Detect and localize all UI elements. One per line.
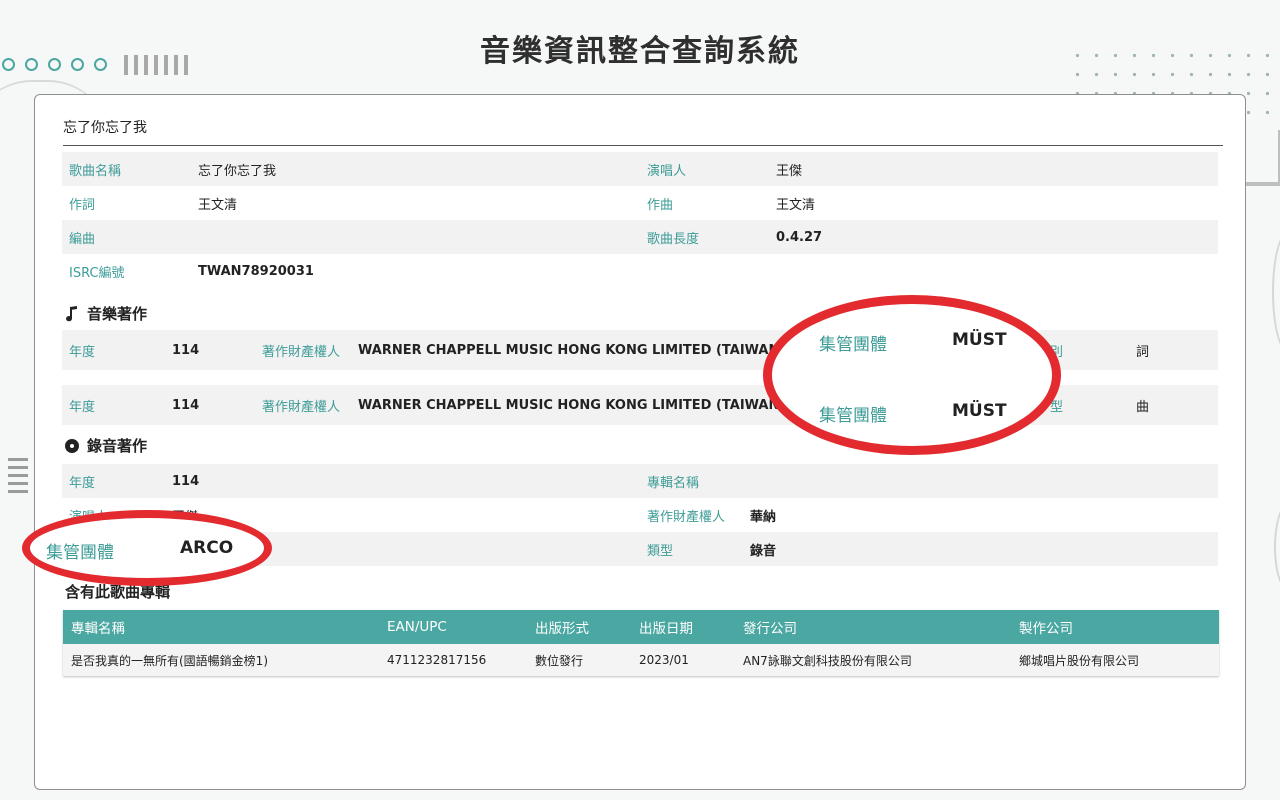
singer-label: 演唱人 bbox=[647, 163, 687, 179]
column-header[interactable]: 出版形式 bbox=[527, 610, 631, 644]
year-value: 114 bbox=[172, 397, 200, 413]
composer-value: 王文清 bbox=[776, 197, 816, 213]
must-value-top: MÜST bbox=[952, 330, 1007, 350]
duration-value: 0.4.27 bbox=[776, 229, 823, 245]
album-name-cell: 是否我真的一無所有(國語暢銷金榜1) bbox=[63, 644, 379, 676]
isrc-value: TWAN78920031 bbox=[198, 263, 314, 279]
info-row: 編曲 歌曲長度 0.4.27 bbox=[62, 220, 1218, 254]
info-row: ISRC編號 TWAN78920031 bbox=[62, 254, 1218, 288]
recording-owner-label: 著作財產權人 bbox=[647, 509, 726, 525]
must-label-bottom: 集管團體 bbox=[819, 406, 887, 426]
lyricist-label: 作詞 bbox=[69, 197, 96, 213]
decorative-bracket bbox=[1246, 130, 1280, 186]
year-label: 年度 bbox=[69, 344, 96, 360]
album-name-label: 專輯名稱 bbox=[647, 475, 700, 491]
owner-label: 著作財產權人 bbox=[262, 344, 341, 360]
recording-year-label: 年度 bbox=[69, 475, 96, 491]
owner-label: 著作財產權人 bbox=[262, 399, 341, 415]
disc-icon bbox=[65, 438, 79, 453]
lyricist-value: 王文清 bbox=[198, 197, 238, 213]
music-note-icon bbox=[66, 305, 77, 321]
music-works-section-title: 音樂著作 bbox=[65, 303, 147, 324]
arranger-label: 編曲 bbox=[69, 231, 96, 247]
albums-table-header: 專輯名稱 EAN/UPC 出版形式 出版日期 發行公司 製作公司 bbox=[63, 610, 1219, 644]
decorative-curve bbox=[1272, 230, 1280, 354]
producer-cell: 鄉城唱片股份有限公司 bbox=[1011, 644, 1219, 676]
format-cell: 數位發行 bbox=[527, 644, 631, 676]
release-date-cell: 2023/01 bbox=[631, 644, 735, 676]
recording-type-label: 類型 bbox=[647, 543, 674, 559]
owner-value: WARNER CHAPPELL MUSIC HONG KONG LIMITED … bbox=[358, 342, 794, 358]
publisher-cell: AN7詠聯文創科技股份有限公司 bbox=[735, 644, 1011, 676]
recording-owner-value: 華納 bbox=[750, 509, 777, 525]
composer-label: 作曲 bbox=[647, 197, 674, 213]
decorative-curve bbox=[1274, 500, 1280, 594]
highlight-oval-arco: 集管團體 ARCO bbox=[22, 510, 272, 586]
year-label: 年度 bbox=[69, 399, 96, 415]
song-name-label: 歌曲名稱 bbox=[69, 163, 122, 179]
recording-works-title: 錄音著作 bbox=[87, 437, 148, 455]
song-name-value: 忘了你忘了我 bbox=[198, 163, 277, 179]
column-header[interactable]: 出版日期 bbox=[631, 610, 735, 644]
column-header[interactable]: 發行公司 bbox=[735, 610, 1011, 644]
highlight-oval-must: 集管團體 MÜST 集管團體 MÜST bbox=[763, 295, 1061, 455]
recording-type-value: 錄音 bbox=[750, 543, 777, 559]
song-detail-card: 忘了你忘了我 歌曲名稱 忘了你忘了我 演唱人 王傑 作詞 王文清 作曲 王文清 … bbox=[34, 94, 1246, 790]
arco-label: 集管團體 bbox=[46, 543, 114, 563]
ean-cell: 4711232817156 bbox=[379, 644, 527, 676]
year-value: 114 bbox=[172, 342, 200, 358]
column-header[interactable]: 專輯名稱 bbox=[63, 610, 379, 644]
type-value: 詞 bbox=[1136, 344, 1150, 360]
table-row[interactable]: 是否我真的一無所有(國語暢銷金榜1) 4711232817156 數位發行 20… bbox=[63, 644, 1219, 676]
info-row: 歌曲名稱 忘了你忘了我 演唱人 王傑 bbox=[62, 152, 1218, 186]
recording-works-section-title: 錄音著作 bbox=[65, 435, 147, 456]
column-header[interactable]: EAN/UPC bbox=[379, 610, 527, 644]
singer-value: 王傑 bbox=[776, 163, 803, 179]
must-value-bottom: MÜST bbox=[952, 401, 1007, 421]
must-label-top: 集管團體 bbox=[819, 335, 887, 355]
column-header[interactable]: 製作公司 bbox=[1011, 610, 1219, 644]
page-title: 音樂資訊整合查詢系統 bbox=[480, 34, 800, 69]
song-heading: 忘了你忘了我 bbox=[63, 117, 1223, 146]
duration-label: 歌曲長度 bbox=[647, 231, 700, 247]
isrc-label: ISRC編號 bbox=[69, 265, 125, 281]
type-value: 曲 bbox=[1136, 399, 1150, 415]
music-works-title: 音樂著作 bbox=[87, 305, 148, 323]
owner-value: WARNER CHAPPELL MUSIC HONG KONG LIMITED … bbox=[358, 397, 794, 413]
recording-year-value: 114 bbox=[172, 473, 200, 489]
decorative-lines bbox=[8, 458, 28, 493]
arco-value: ARCO bbox=[180, 538, 234, 558]
info-row: 作詞 王文清 作曲 王文清 bbox=[62, 186, 1218, 220]
albums-table: 專輯名稱 EAN/UPC 出版形式 出版日期 發行公司 製作公司 是否我真的一無… bbox=[63, 610, 1219, 676]
recording-row: 年度 114 專輯名稱 bbox=[62, 464, 1218, 498]
